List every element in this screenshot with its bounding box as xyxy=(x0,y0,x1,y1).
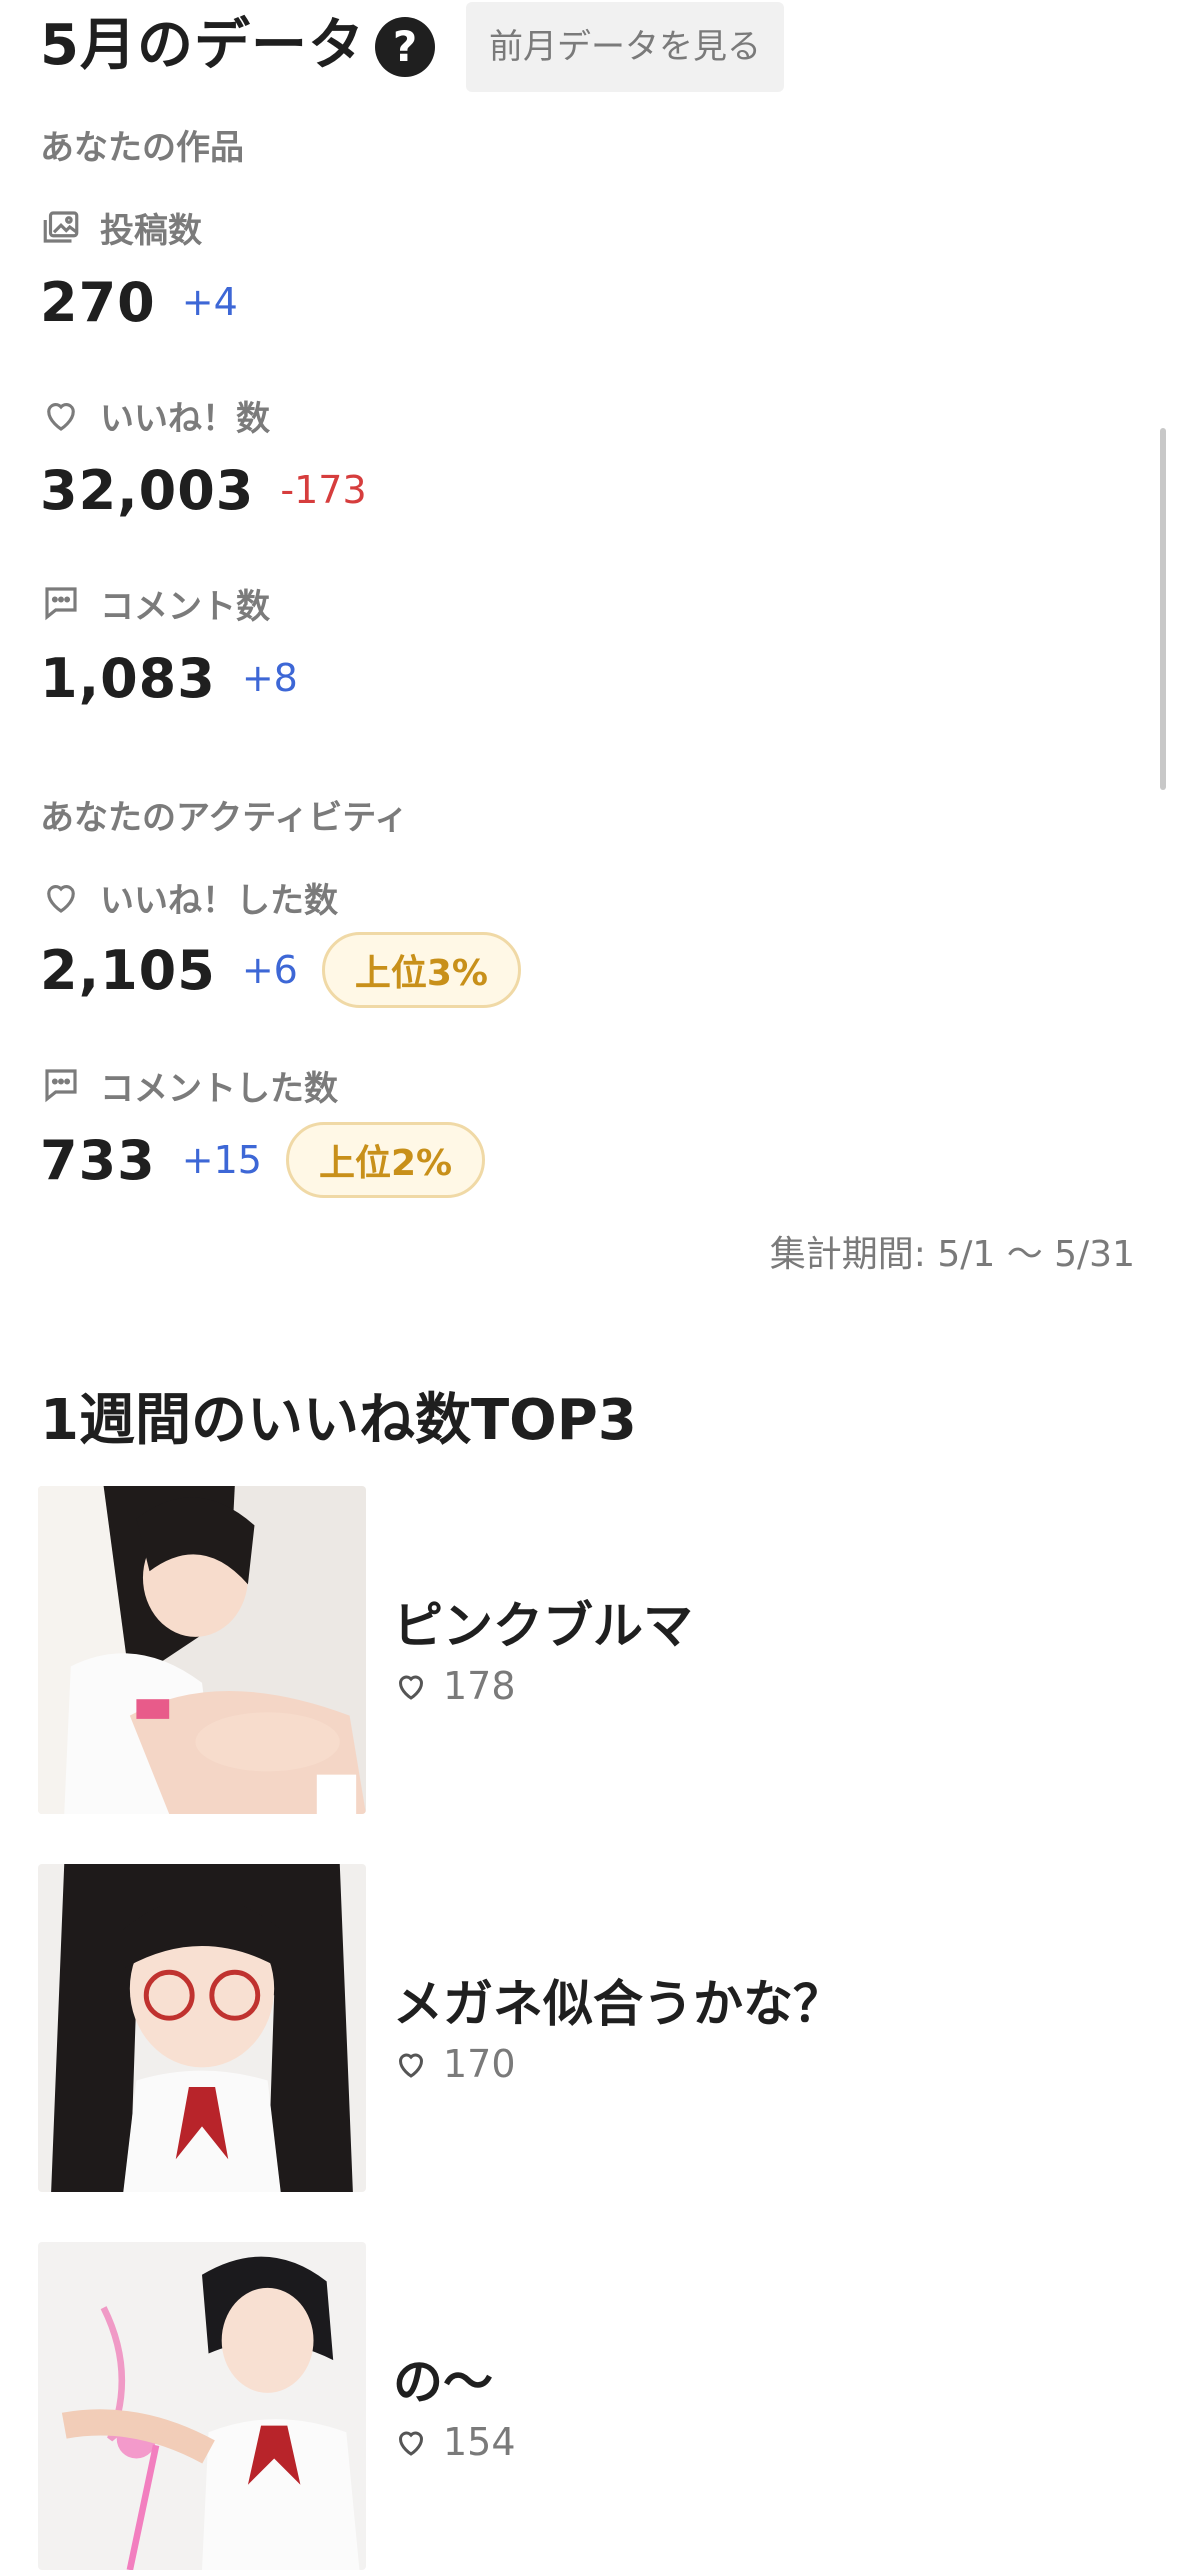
metric-row-likes: 32,003 -173 xyxy=(40,450,367,530)
aggregation-period: 集計期間: 5/1 〜 5/31 xyxy=(769,1234,1135,1275)
metric-value: 733 xyxy=(40,1128,156,1192)
artwork-title[interactable]: メガネ似合うかな？ xyxy=(393,1964,843,2036)
artwork-likes-count: 170 xyxy=(443,2042,516,2086)
metric-label-text: いいね！した数 xyxy=(100,880,338,921)
metric-row-comments: 1,083 +8 xyxy=(40,638,298,718)
images-icon xyxy=(43,211,79,243)
heart-icon xyxy=(398,2053,424,2078)
metric-delta: +4 xyxy=(181,280,238,324)
page-title: 5月のデータ xyxy=(40,13,365,78)
comment-icon xyxy=(45,587,77,621)
metric-row-posts: 270 +4 xyxy=(40,262,238,342)
artwork-thumbnail[interactable] xyxy=(38,1864,366,2192)
metric-delta: +6 xyxy=(241,948,298,992)
metric-row-liked: 2,105 +6 上位3% xyxy=(40,930,521,1010)
heart-icon xyxy=(398,1675,424,1700)
metric-delta: -173 xyxy=(280,468,367,512)
artwork-likes: 178 xyxy=(393,1664,516,1708)
metric-value: 32,003 xyxy=(40,458,255,522)
artwork-title[interactable]: ピンクブルマ xyxy=(393,1586,693,1658)
metric-label-text: いいね！数 xyxy=(100,398,270,439)
top3-title: 1週間のいいね数TOP3 xyxy=(40,1388,637,1453)
metric-value: 270 xyxy=(40,270,156,334)
metric-row-commented: 733 +15 上位2% xyxy=(40,1120,486,1200)
metric-value: 1,083 xyxy=(40,646,216,710)
section-title-your-works: あなたの作品 xyxy=(40,128,244,168)
metric-label-text: コメント数 xyxy=(100,586,270,627)
heart-icon xyxy=(47,403,75,431)
rank-badge: 上位3% xyxy=(321,932,521,1008)
metric-label-text: コメントした数 xyxy=(100,1068,338,1109)
metric-value: 2,105 xyxy=(40,938,216,1002)
artwork-thumbnail[interactable] xyxy=(38,1486,366,1814)
metric-label-liked: いいね！した数 xyxy=(40,872,338,922)
metric-label-commented: コメントした数 xyxy=(40,1060,338,1110)
rank-badge: 上位2% xyxy=(285,1122,486,1198)
artwork-likes-count: 178 xyxy=(443,1664,516,1708)
help-button[interactable]: ? xyxy=(375,17,435,77)
heart-icon xyxy=(398,2431,424,2456)
section-title-your-activity: あなたのアクティビティ xyxy=(40,798,409,838)
comment-icon xyxy=(45,1069,77,1103)
artwork-title[interactable]: の〜 xyxy=(393,2342,493,2414)
metric-label-likes: いいね！数 xyxy=(40,390,270,440)
artwork-likes: 170 xyxy=(393,2042,516,2086)
heart-icon xyxy=(47,885,75,913)
metric-label-comments: コメント数 xyxy=(40,578,270,628)
metric-delta: +15 xyxy=(181,1138,262,1182)
artwork-thumbnail[interactable] xyxy=(38,2242,366,2570)
scrollbar[interactable] xyxy=(1160,428,1166,790)
previous-month-button[interactable]: 前月データを見る xyxy=(466,2,784,92)
artwork-likes-count: 154 xyxy=(443,2420,516,2464)
metric-delta: +8 xyxy=(241,656,298,700)
metric-label-text: 投稿数 xyxy=(100,210,202,251)
artwork-likes: 154 xyxy=(393,2420,516,2464)
metric-label-posts: 投稿数 xyxy=(40,202,202,252)
